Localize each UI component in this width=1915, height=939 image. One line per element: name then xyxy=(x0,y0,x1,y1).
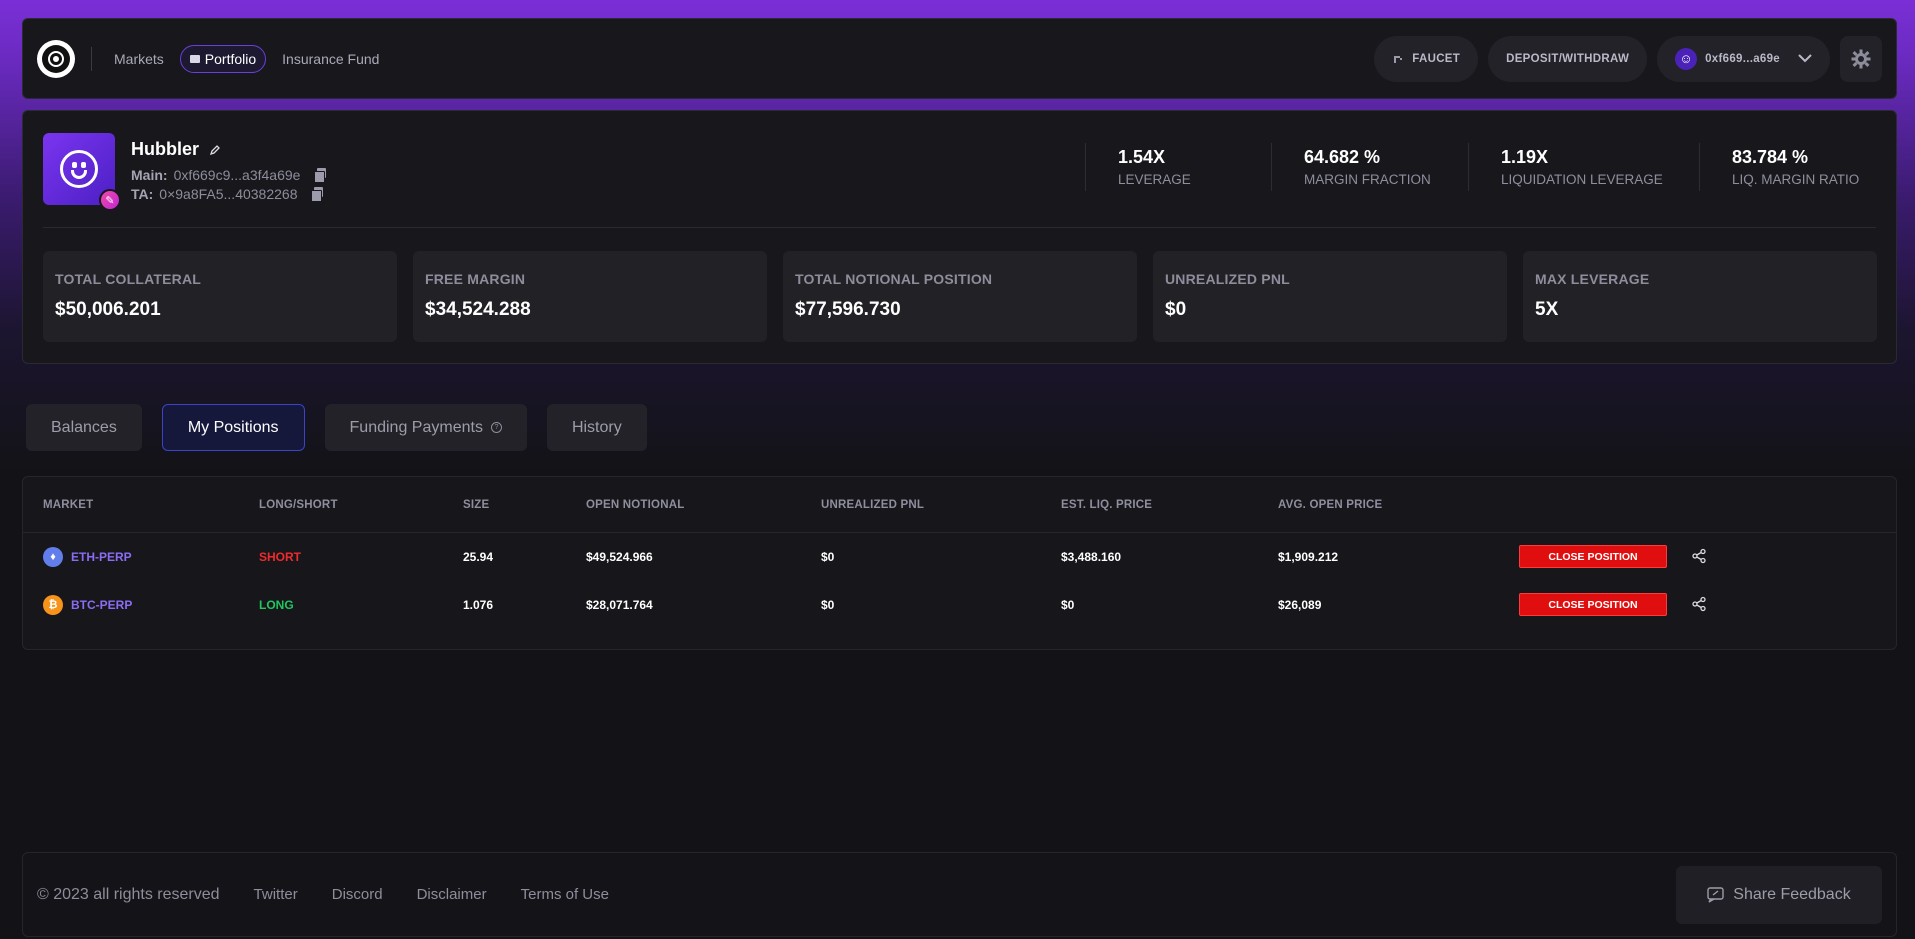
portfolio-icon xyxy=(189,54,200,63)
divider xyxy=(43,227,1876,228)
copyright-text: © 2023 all rights reserved xyxy=(37,885,220,903)
share-icon[interactable] xyxy=(1691,596,1707,612)
table-row: ₿ BTC-PERP LONG 1.076 $28,071.764 $0 $0 … xyxy=(23,581,1896,629)
tab-funding-payments[interactable]: Funding Payments ? xyxy=(324,404,527,451)
footer-link-disclaimer[interactable]: Disclaimer xyxy=(417,886,487,903)
user-name: Hubbler xyxy=(131,139,200,159)
table-row: ♦ ETH-PERP SHORT 25.94 $49,524.966 $0 $3… xyxy=(23,533,1896,581)
main-address: 0xf669c9...a3f4a69e xyxy=(173,167,301,183)
market-cell[interactable]: ♦ ETH-PERP xyxy=(43,547,132,567)
col-unrealized-pnl: UNREALIZED PNL xyxy=(821,499,925,511)
ta-address: 0×9a8FA5...40382268 xyxy=(159,186,298,202)
summary-cards: TOTAL COLLATERAL $50,006.201 FREE MARGIN… xyxy=(43,251,1877,342)
chevron-down-icon xyxy=(1798,54,1812,63)
liq-price-cell: $3,488.160 xyxy=(1061,550,1122,564)
footer-link-terms[interactable]: Terms of Use xyxy=(521,886,609,903)
avg-price-cell: $1,909.212 xyxy=(1278,550,1339,564)
market-name: BTC-PERP xyxy=(71,598,133,612)
gear-icon xyxy=(1851,49,1871,68)
market-cell[interactable]: ₿ BTC-PERP xyxy=(43,595,132,615)
table-header: MARKET LONG/SHORT SIZE OPEN NOTIONAL UNR… xyxy=(23,477,1896,533)
col-size: SIZE xyxy=(463,499,490,511)
faucet-icon xyxy=(1394,55,1403,63)
tab-history[interactable]: History xyxy=(546,404,647,451)
nav-portfolio-label: Portfolio xyxy=(204,50,257,67)
nav-divider xyxy=(91,46,92,71)
tab-funding-payments-label: Funding Payments xyxy=(349,418,483,436)
positions-table: MARKET LONG/SHORT SIZE OPEN NOTIONAL UNR… xyxy=(22,476,1897,650)
faucet-label: FAUCET xyxy=(1412,52,1461,65)
col-long-short: LONG/SHORT xyxy=(259,499,338,511)
avg-price-cell: $26,089 xyxy=(1278,598,1322,612)
settings-button[interactable] xyxy=(1840,35,1882,82)
stat-margin-fraction: 64.682 % MARGIN FRACTION xyxy=(1271,143,1468,191)
ta-address-row: TA: 0×9a8FA5...40382268 xyxy=(131,186,325,202)
pnl-cell: $0 xyxy=(821,550,835,564)
side-cell: LONG xyxy=(259,598,294,612)
card-free-margin: FREE MARGIN $34,524.288 xyxy=(413,251,767,342)
nav-portfolio[interactable]: Portfolio xyxy=(179,44,267,73)
top-navbar: Markets Portfolio Insurance Fund FAUCET … xyxy=(22,18,1897,99)
risk-stats: 1.54X LEVERAGE 64.682 % MARGIN FRACTION … xyxy=(1085,143,1896,191)
deposit-withdraw-label: DEPOSIT/WITHDRAW xyxy=(1506,52,1630,65)
side-cell: SHORT xyxy=(259,550,301,564)
liq-price-cell: $0 xyxy=(1061,598,1075,612)
stat-leverage: 1.54X LEVERAGE xyxy=(1085,143,1271,191)
col-est-liq-price: EST. LIQ. PRICE xyxy=(1061,499,1153,511)
faucet-button[interactable]: FAUCET xyxy=(1374,35,1479,82)
ta-address-label: TA: xyxy=(131,186,154,202)
info-icon[interactable]: ? xyxy=(490,422,502,433)
card-total-collateral: TOTAL COLLATERAL $50,006.201 xyxy=(43,251,397,342)
tab-my-positions[interactable]: My Positions xyxy=(161,404,305,451)
copy-icon[interactable] xyxy=(311,187,325,202)
smiley-icon xyxy=(60,150,98,188)
footer-link-twitter[interactable]: Twitter xyxy=(254,886,298,903)
copy-icon[interactable] xyxy=(314,168,328,183)
feedback-icon xyxy=(1707,886,1724,903)
size-cell: 25.94 xyxy=(463,550,494,564)
user-avatar[interactable]: ✎ xyxy=(43,133,121,211)
market-name: ETH-PERP xyxy=(71,550,132,564)
size-cell: 1.076 xyxy=(463,598,494,612)
share-feedback-label: Share Feedback xyxy=(1733,885,1851,903)
main-address-row: Main: 0xf669c9...a3f4a69e xyxy=(131,167,328,183)
footer-link-discord[interactable]: Discord xyxy=(332,886,383,903)
edit-avatar-icon[interactable]: ✎ xyxy=(99,189,121,211)
pencil-icon[interactable] xyxy=(209,144,221,156)
close-position-button[interactable]: CLOSE POSITION xyxy=(1519,593,1667,616)
user-name-row: Hubbler xyxy=(131,139,221,160)
col-open-notional: OPEN NOTIONAL xyxy=(586,499,685,511)
card-max-leverage: MAX LEVERAGE 5X xyxy=(1523,251,1877,342)
deposit-withdraw-button[interactable]: DEPOSIT/WITHDRAW xyxy=(1488,35,1648,82)
tab-balances[interactable]: Balances xyxy=(26,404,142,451)
wallet-avatar-icon: ☺ xyxy=(1675,47,1698,70)
pnl-cell: $0 xyxy=(821,598,835,612)
portfolio-tabs: Balances My Positions Funding Payments ?… xyxy=(26,404,647,451)
main-address-label: Main: xyxy=(131,167,168,183)
bitcoin-icon: ₿ xyxy=(43,595,63,615)
hubble-logo[interactable] xyxy=(37,39,75,78)
share-icon[interactable] xyxy=(1691,548,1707,564)
stat-liquidation-leverage: 1.19X LIQUIDATION LEVERAGE xyxy=(1468,143,1699,191)
card-total-notional: TOTAL NOTIONAL POSITION $77,596.730 xyxy=(783,251,1137,342)
col-avg-open-price: AVG. OPEN PRICE xyxy=(1278,499,1383,511)
ethereum-icon: ♦ xyxy=(43,547,63,567)
stat-liq-margin-ratio: 83.784 % LIQ. MARGIN RATIO xyxy=(1699,143,1896,191)
notional-cell: $49,524.966 xyxy=(586,550,653,564)
notional-cell: $28,071.764 xyxy=(586,598,653,612)
wallet-address: 0xf669...a69e xyxy=(1705,52,1780,65)
share-feedback-button[interactable]: Share Feedback xyxy=(1676,865,1882,924)
footer: © 2023 all rights reserved Twitter Disco… xyxy=(22,852,1897,937)
wallet-button[interactable]: ☺ 0xf669...a69e xyxy=(1657,35,1830,82)
close-position-button[interactable]: CLOSE POSITION xyxy=(1519,545,1667,568)
nav-markets[interactable]: Markets xyxy=(114,51,164,67)
nav-insurance-fund[interactable]: Insurance Fund xyxy=(282,51,379,67)
col-market: MARKET xyxy=(43,499,94,511)
account-summary-card: ✎ Hubbler Main: 0xf669c9...a3f4a69e TA: … xyxy=(22,110,1897,364)
card-unrealized-pnl: UNREALIZED PNL $0 xyxy=(1153,251,1507,342)
